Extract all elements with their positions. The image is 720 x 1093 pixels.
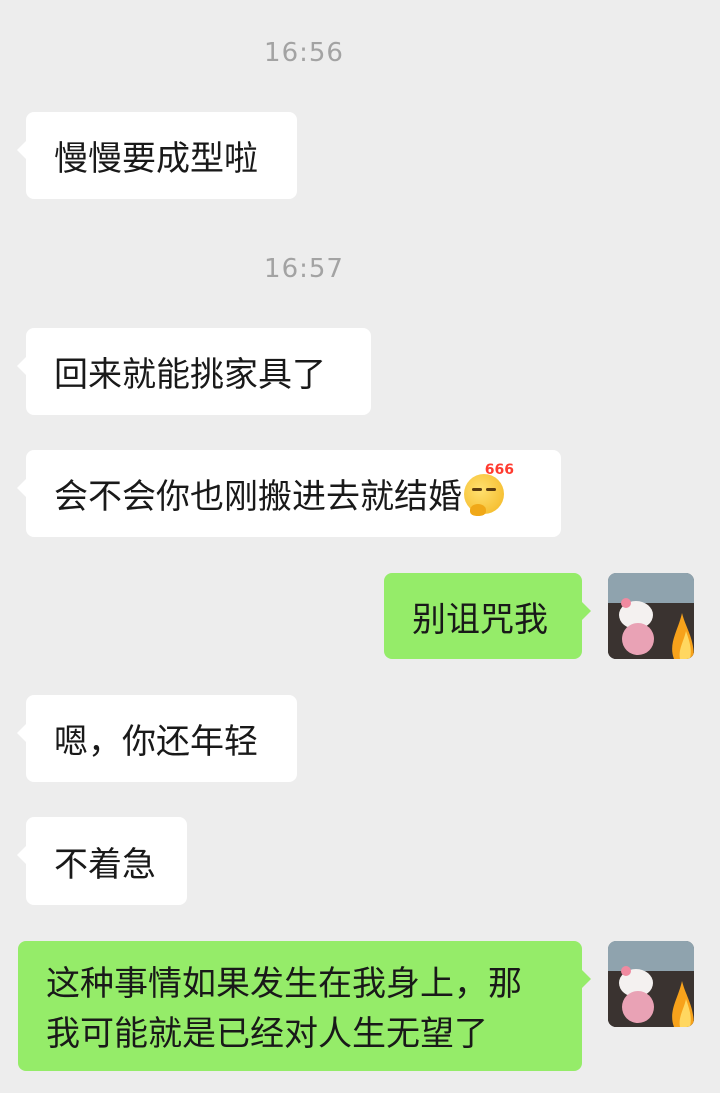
message-incoming-3[interactable]: 会不会你也刚搬进去就结婚 666 <box>17 450 561 537</box>
message-text: 会不会你也刚搬进去就结婚 <box>54 477 462 517</box>
message-text: 别诅咒我 <box>412 599 548 640</box>
message-incoming-1[interactable]: 慢慢要成型啦 <box>17 112 297 199</box>
message-incoming-5[interactable]: 不着急 <box>17 817 187 905</box>
message-text: 嗯，你还年轻 <box>54 722 258 762</box>
avatar-image <box>608 573 694 659</box>
user-avatar[interactable] <box>608 573 694 659</box>
avatar-image <box>608 941 694 1027</box>
smirk-666-emoji-icon: 666 <box>464 462 514 516</box>
timestamp-1657: 16:57 <box>264 254 344 284</box>
avatar-figure-bow <box>621 598 631 608</box>
emoji-eye-right <box>486 487 496 491</box>
message-incoming-4[interactable]: 嗯，你还年轻 <box>17 695 297 782</box>
message-text: 慢慢要成型啦 <box>54 139 258 179</box>
emoji-eye-left <box>472 487 482 491</box>
message-text: 回来就能挑家具了 <box>54 355 326 395</box>
avatar-bg-window <box>608 941 694 971</box>
user-avatar[interactable] <box>608 941 694 1027</box>
message-outgoing-1[interactable]: 别诅咒我 <box>384 573 591 659</box>
message-text: 不着急 <box>54 844 156 885</box>
message-outgoing-2[interactable]: 这种事情如果发生在我身上，那我可能就是已经对人生无望了 <box>18 941 591 1071</box>
emoji-hand <box>470 503 486 516</box>
avatar-figure-bow <box>621 966 631 976</box>
avatar-figure-body <box>622 991 654 1023</box>
avatar-figure-body <box>622 623 654 655</box>
avatar-bg-window <box>608 573 694 603</box>
message-text: 这种事情如果发生在我身上，那我可能就是已经对人生无望了 <box>46 964 522 1054</box>
emoji-badge: 666 <box>484 461 514 478</box>
timestamp-1656: 16:56 <box>264 38 344 68</box>
message-incoming-2[interactable]: 回来就能挑家具了 <box>17 328 371 415</box>
